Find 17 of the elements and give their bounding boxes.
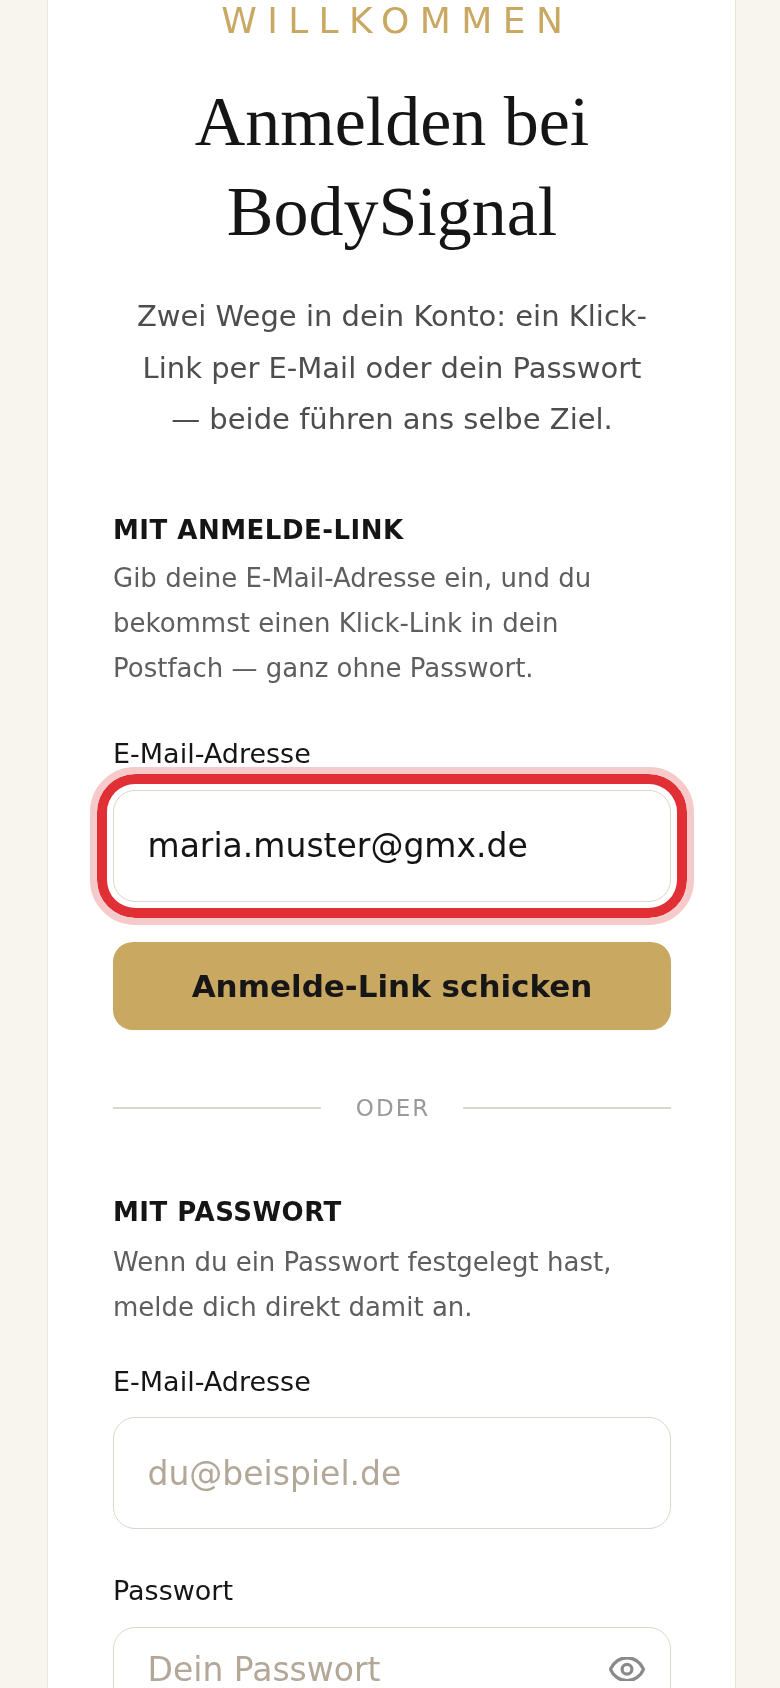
password-field[interactable]: Dein Passwort [113, 1626, 671, 1688]
section-heading: MIT ANMELDE-LINK [113, 513, 405, 546]
show-password-button[interactable] [609, 1656, 645, 1682]
field-label: Passwort [113, 1579, 235, 1604]
section-description: Gib deine E-Mail-Adresse ein, und du bekommst einen Klick-Link in dein Postfach — ganz ohne Passwort. [113, 561, 593, 685]
page-title: Anmelden bei BodySignal [193, 82, 591, 253]
eye-icon [609, 1656, 645, 1682]
intro-text: Zwei Wege in dein Konto: ein Klick-Link per E-Mail oder dein Passwort — beide führen ans selbe Ziel. [135, 298, 649, 439]
send-link-button[interactable]: Anmelde-Link schicken [113, 942, 671, 1030]
field-label: E-Mail-Adresse [113, 1370, 312, 1394]
section-heading: MIT PASSWORT [113, 1196, 343, 1229]
divider-label: ODER [354, 1094, 431, 1123]
email-field[interactable]: du@beispiel.de [113, 1417, 671, 1530]
email-field[interactable]: maria.muster@gmx.de [113, 790, 671, 902]
field-label: E-Mail-Adresse [113, 742, 312, 767]
section-description: Wenn du ein Passwort festgelegt hast, melde dich direkt damit an. [113, 1246, 613, 1324]
eyebrow-text: WILLKOMMEN [220, 0, 575, 42]
